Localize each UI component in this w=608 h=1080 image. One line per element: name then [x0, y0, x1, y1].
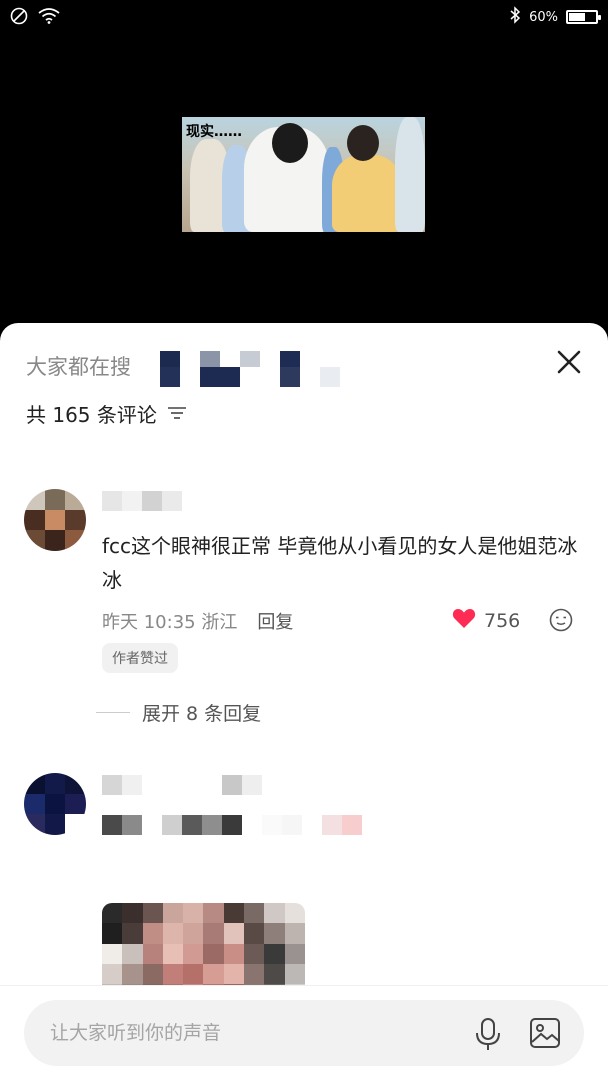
microphone-icon[interactable]	[472, 1017, 504, 1051]
wifi-icon	[38, 8, 60, 28]
reply-button[interactable]: 回复	[257, 608, 293, 634]
trending-search-label[interactable]: 大家都在搜	[26, 351, 131, 381]
comment-input-container[interactable]	[24, 1000, 584, 1066]
battery-percent: 60%	[529, 9, 558, 25]
trending-search-prefix: 大家都在搜	[26, 355, 131, 379]
comment-text: fcc这个眼神很正常 毕竟他从小看见的女人是他姐范冰冰	[102, 534, 578, 592]
redacted-search-term-2	[140, 367, 340, 387]
like-count: 756	[484, 609, 521, 632]
username[interactable]	[102, 775, 262, 795]
redacted-comment-text	[102, 815, 362, 835]
comment-count: 共 165 条评论	[26, 399, 187, 428]
status-bar: 60%	[0, 0, 608, 32]
sort-filter-icon[interactable]	[167, 402, 187, 426]
avatar[interactable]	[24, 489, 86, 551]
image-icon[interactable]	[529, 1017, 561, 1049]
battery-fill	[569, 13, 585, 21]
expand-replies-button[interactable]: 展开 8 条回复	[96, 699, 261, 726]
comment-item: fcc这个眼神很正常 毕竟他从小看见的女人是他姐范冰冰 昨天 10:35 浙江 …	[24, 489, 584, 729]
emoji-reaction-icon[interactable]	[548, 607, 574, 633]
bluetooth-icon	[509, 6, 521, 28]
divider	[96, 712, 130, 713]
battery-icon	[566, 10, 601, 24]
video-thumbnail[interactable]: 现实……	[182, 117, 425, 232]
video-player[interactable]: 现实……	[0, 32, 608, 325]
like-button[interactable]: 756	[452, 607, 520, 634]
author-liked-badge: 作者赞过	[102, 643, 178, 673]
comment-meta: 昨天 10:35 浙江 回复	[102, 608, 293, 634]
username[interactable]	[102, 491, 182, 511]
close-icon[interactable]	[554, 347, 584, 377]
expand-replies-label: 展开 8 条回复	[142, 703, 262, 725]
comment-sheet: 大家都在搜 共 165 条评论 fcc这个眼神很正常 毕竟他从小看见的女人是他姐…	[0, 323, 608, 1080]
comment-input[interactable]	[50, 1018, 450, 1048]
do-not-disturb-icon	[10, 7, 28, 29]
video-caption: 现实……	[186, 124, 242, 140]
heart-icon	[452, 607, 476, 634]
comment-count-text: 共 165 条评论	[26, 403, 157, 427]
comment-time: 昨天 10:35 浙江	[102, 612, 238, 633]
avatar[interactable]	[24, 773, 86, 835]
comment-input-bar	[0, 985, 608, 1080]
